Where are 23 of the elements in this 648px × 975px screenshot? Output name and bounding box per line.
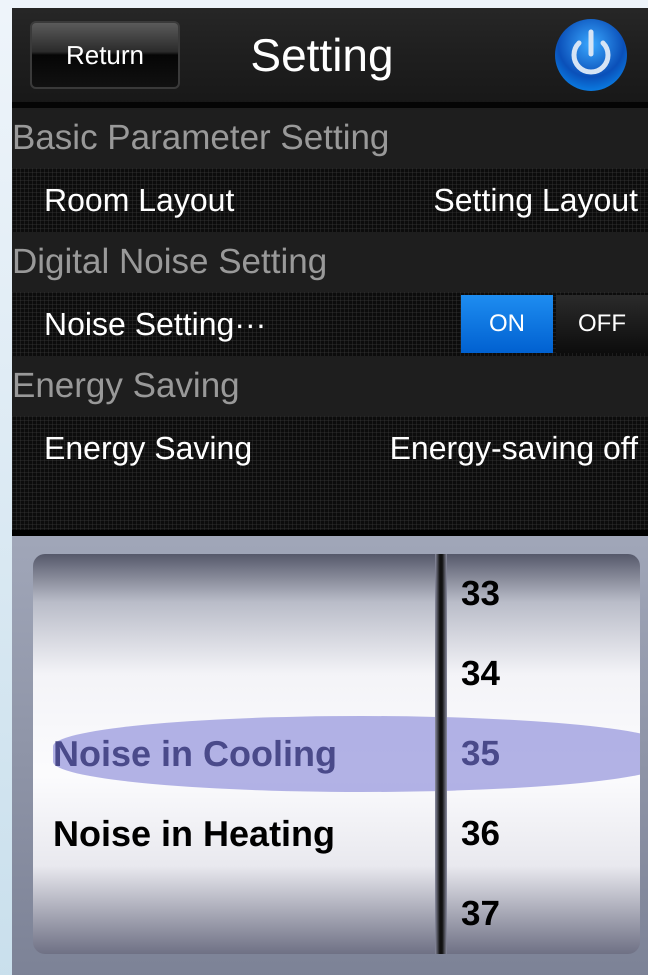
screen-title: Setting — [249, 28, 395, 82]
return-button[interactable]: Return — [30, 21, 180, 89]
power-icon[interactable] — [554, 18, 628, 92]
picker-option[interactable]: Noise in Cooling — [53, 733, 337, 775]
picker-option[interactable]: Noise in Heating — [53, 813, 336, 855]
setting-value: Setting Layout — [433, 182, 639, 218]
toggle-option[interactable]: OFF — [556, 295, 648, 353]
picker-option[interactable]: 33 — [461, 574, 500, 614]
section-heading: Energy Saving — [12, 356, 648, 416]
setting-label: Room Layout — [44, 182, 236, 218]
setting-label: Noise Setting··· — [44, 306, 268, 342]
setting-row[interactable]: Energy Saving Energy-saving off — [12, 416, 648, 530]
section-heading: Digital Noise Setting — [12, 232, 648, 292]
picker-option[interactable]: 35 — [461, 734, 500, 774]
section-heading: Basic Parameter Setting — [12, 108, 648, 168]
picker-option[interactable]: 34 — [461, 654, 500, 694]
setting-label: Energy Saving — [44, 430, 254, 467]
picker-option[interactable]: 36 — [461, 814, 500, 854]
picker-option[interactable]: 37 — [461, 894, 500, 934]
setting-value: Energy-saving off — [390, 430, 639, 467]
setting-row[interactable]: Room Layout Setting Layout — [12, 168, 648, 232]
picker-wheel[interactable]: Noise in Cooling Noise in Heating 33 34 35 36 37 — [33, 554, 640, 954]
toggle-option[interactable]: ON — [461, 295, 553, 353]
